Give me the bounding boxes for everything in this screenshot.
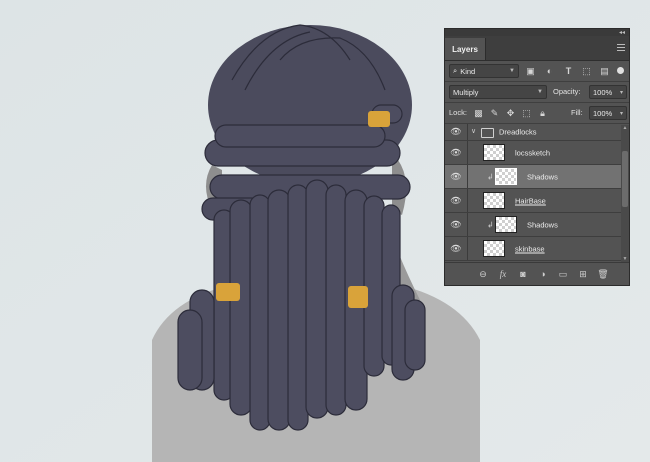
chevron-down-icon: ▾	[619, 110, 623, 117]
layer-group-dreadlocks[interactable]: 👁︎ ∨ Dreadlocks	[445, 124, 629, 141]
link-layers-icon[interactable]: ⊖	[477, 268, 489, 280]
layer-divider	[467, 124, 468, 140]
layer-divider	[467, 237, 468, 260]
visibility-eye-icon[interactable]: 👁︎	[449, 147, 463, 158]
layer-divider	[467, 165, 468, 188]
layer-name: HairBase	[515, 196, 546, 205]
layers-scrollbar[interactable]: ▲ ▼	[621, 125, 629, 262]
lock-position-icon[interactable]: ✥	[505, 107, 516, 119]
visibility-eye-icon[interactable]: 👁︎	[449, 127, 463, 138]
visibility-eye-icon[interactable]: 👁︎	[449, 243, 463, 254]
adjustment-filter-icon[interactable]: ◐	[544, 65, 555, 77]
folder-icon	[481, 128, 494, 138]
layers-panel: ◂◂ Layers ⌕ Kind ▼ ▣ ◐ T ⬚ ▤ Multiply ▼ …	[444, 28, 630, 286]
new-layer-icon[interactable]: ⊞	[577, 268, 589, 280]
lock-all-icon[interactable]: 🔒︎	[537, 107, 548, 119]
scrollbar-thumb[interactable]	[622, 151, 628, 207]
layer-row[interactable]: 👁︎ skinbase	[445, 237, 629, 261]
fill-input[interactable]: 100% ▾	[589, 106, 627, 120]
filter-toggle-icon[interactable]	[617, 67, 624, 74]
hair-tie-top	[368, 111, 390, 127]
filter-row: ⌕ Kind ▼ ▣ ◐ T ⬚ ▤	[445, 61, 629, 82]
trash-icon[interactable]: 🗑︎	[597, 268, 609, 280]
chevron-down-icon: ▼	[537, 89, 543, 95]
lock-artboard-icon[interactable]: ⬚	[521, 107, 532, 119]
search-icon: ⌕	[453, 66, 458, 75]
expand-chevron-icon[interactable]: ∨	[471, 127, 476, 135]
clipping-mask-icon: ↲	[487, 172, 494, 181]
layer-divider	[467, 189, 468, 212]
layer-thumbnail	[483, 144, 505, 161]
layer-row[interactable]: 👁︎ ↲ Shadows	[445, 213, 629, 237]
blend-row: Multiply ▼ Opacity: 100% ▾	[445, 82, 629, 103]
opacity-value: 100%	[593, 87, 613, 97]
layers-bottom-toolbar: ⊖ fx ◙ ◑ ▭ ⊞ 🗑︎	[445, 262, 629, 285]
chevron-down-icon: ▼	[509, 68, 515, 74]
layer-row-selected[interactable]: 👁︎ ↲ Shadows	[445, 165, 629, 189]
hair-tie-left	[216, 283, 240, 301]
lock-pixels-icon[interactable]: ✎	[489, 107, 500, 119]
blend-mode-value: Multiply	[453, 87, 479, 97]
kind-filter-select[interactable]: ⌕ Kind ▼	[449, 64, 519, 78]
layer-thumbnail	[495, 168, 517, 185]
scroll-up-icon[interactable]: ▲	[621, 125, 629, 131]
lock-transparency-icon[interactable]: ▩	[473, 107, 484, 119]
layer-row[interactable]: 👁︎ HairBase	[445, 189, 629, 213]
layer-name: locssketch	[515, 148, 551, 157]
layer-thumbnail	[483, 192, 505, 209]
layers-list: 👁︎ ∨ Dreadlocks 👁︎ locssketch 👁︎ ↲ Shado…	[445, 124, 629, 261]
lock-label: Lock:	[449, 108, 467, 117]
visibility-eye-icon[interactable]: 👁︎	[449, 219, 463, 230]
visibility-eye-icon[interactable]: 👁︎	[449, 171, 463, 182]
clipping-mask-icon: ↲	[487, 220, 494, 229]
blend-mode-select[interactable]: Multiply ▼	[449, 85, 547, 99]
layer-name: Dreadlocks	[499, 127, 537, 137]
opacity-input[interactable]: 100% ▾	[589, 85, 627, 99]
visibility-eye-icon[interactable]: 👁︎	[449, 195, 463, 206]
layer-row[interactable]: 👁︎ locssketch	[445, 141, 629, 165]
collapse-panel-icon[interactable]: ◂◂	[619, 29, 625, 36]
fx-icon[interactable]: fx	[497, 268, 509, 280]
panel-titlebar: ◂◂	[445, 29, 629, 36]
smart-object-filter-icon[interactable]: ▤	[599, 65, 610, 77]
layer-name: skinbase	[515, 244, 545, 253]
new-group-icon[interactable]: ▭	[557, 268, 569, 280]
layer-name: Shadows	[527, 172, 558, 181]
lock-row: Lock: ▩ ✎ ✥ ⬚ 🔒︎ Fill: 100% ▾	[445, 103, 629, 124]
hair-tie-right	[348, 286, 368, 308]
kind-label: Kind	[460, 66, 476, 76]
panel-menu-icon[interactable]	[617, 44, 625, 51]
layer-name: Shadows	[527, 220, 558, 229]
layer-divider	[467, 213, 468, 236]
layer-divider	[467, 141, 468, 164]
layer-thumbnail	[495, 216, 517, 233]
shape-filter-icon[interactable]: ⬚	[581, 65, 592, 77]
fill-value: 100%	[593, 108, 613, 118]
image-filter-icon[interactable]: ▣	[525, 65, 536, 77]
opacity-label: Opacity:	[553, 87, 581, 96]
chevron-down-icon: ▾	[619, 89, 623, 96]
type-filter-icon[interactable]: T	[563, 65, 574, 77]
adjustment-layer-icon[interactable]: ◑	[537, 268, 549, 280]
add-mask-icon[interactable]: ◙	[517, 268, 529, 280]
tab-layers[interactable]: Layers	[445, 38, 486, 60]
layer-thumbnail	[483, 240, 505, 257]
panel-tabbar: Layers	[445, 36, 629, 61]
fill-label: Fill:	[571, 108, 583, 117]
